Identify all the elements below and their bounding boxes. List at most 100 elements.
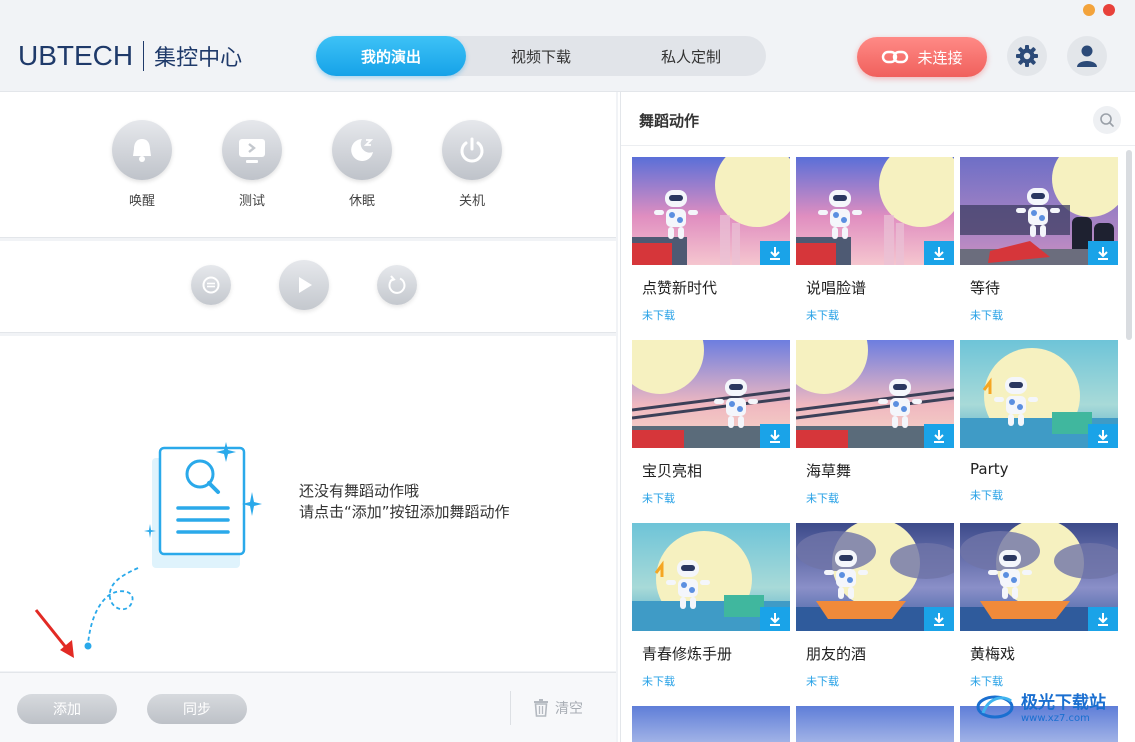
settings-button[interactable] (1007, 36, 1047, 76)
dance-card-partial[interactable] (632, 706, 790, 742)
dance-thumbnail[interactable] (796, 706, 954, 742)
download-button[interactable] (924, 241, 954, 265)
app-logo: UBTECH 集控中心 (18, 40, 242, 72)
dance-card[interactable]: 海草舞 未下载 (796, 340, 954, 515)
download-icon (1098, 613, 1108, 626)
tab-my-shows[interactable]: 我的演出 (316, 36, 466, 76)
minimize-button[interactable] (1083, 4, 1095, 16)
close-button[interactable] (1103, 4, 1115, 16)
brand-logo: UBTECH (18, 40, 134, 71)
play-button[interactable] (279, 260, 329, 310)
loop-icon (202, 276, 220, 294)
download-button[interactable] (924, 607, 954, 631)
dance-title: 黄梅戏 (970, 645, 1016, 663)
download-status: 未下载 (806, 492, 839, 505)
download-icon (770, 613, 780, 626)
logo-divider (143, 41, 145, 71)
loop-button[interactable] (191, 265, 231, 305)
download-button[interactable] (1088, 424, 1118, 448)
dance-thumbnail[interactable] (960, 340, 1118, 448)
download-status: 未下载 (642, 675, 675, 688)
dance-card[interactable]: 点赞新时代 未下载 (632, 157, 790, 332)
download-button[interactable] (760, 241, 790, 265)
dance-title: 点赞新时代 (642, 279, 718, 297)
dance-title: 说唱脸谱 (806, 279, 867, 297)
download-status: 未下载 (970, 675, 1003, 688)
add-button[interactable]: 添加 (17, 694, 117, 724)
footer-divider (510, 691, 511, 725)
connect-button[interactable]: 未连接 (857, 37, 987, 77)
user-account-button[interactable] (1067, 36, 1107, 76)
reset-icon (388, 275, 406, 294)
download-status: 未下载 (806, 309, 839, 322)
playback-panel (0, 241, 616, 333)
download-button[interactable] (760, 424, 790, 448)
download-icon (934, 247, 944, 260)
watermark-name: 极光下载站 (1021, 693, 1106, 713)
download-button[interactable] (1088, 607, 1118, 631)
watermark: 极光下载站 www.xz7.com (975, 688, 1106, 724)
sleep-control[interactable]: 休眠 (327, 120, 397, 209)
library-header: 舞蹈动作 (621, 92, 1135, 146)
dance-card[interactable]: Party 未下载 (960, 340, 1118, 515)
shutdown-control[interactable]: 关机 (437, 120, 507, 209)
dance-title: Party (970, 460, 1009, 478)
library-scrollbar[interactable] (1126, 150, 1132, 340)
dashed-arrow-decoration (84, 567, 139, 650)
search-icon (1100, 113, 1114, 127)
download-icon (1098, 430, 1108, 443)
download-button[interactable] (1088, 241, 1118, 265)
download-button[interactable] (924, 424, 954, 448)
dance-thumbnail[interactable] (632, 340, 790, 448)
connect-status-label: 未连接 (917, 48, 963, 67)
watermark-logo-icon (976, 695, 1014, 719)
tab-custom[interactable]: 私人定制 (616, 36, 766, 76)
download-status: 未下载 (642, 492, 675, 505)
dance-card[interactable]: 宝贝亮相 未下载 (632, 340, 790, 515)
wake-control[interactable]: 唤醒 (107, 120, 177, 209)
dance-title: 等待 (970, 279, 1001, 297)
download-status: 未下载 (642, 309, 675, 322)
dance-library-pane: 舞蹈动作 点赞新时代 未下载 说唱脸谱 未下载 等待 未下载 宝贝亮相 未下载 … (620, 92, 1135, 742)
dance-thumbnail[interactable] (796, 523, 954, 631)
app-header: UBTECH 集控中心 我的演出 视频下载 私人定制 未连接 (0, 0, 1135, 92)
download-button[interactable] (760, 607, 790, 631)
dance-thumbnail[interactable] (960, 523, 1118, 631)
search-button[interactable] (1093, 106, 1121, 134)
dance-thumbnail[interactable] (796, 157, 954, 265)
dance-thumbnail[interactable] (632, 157, 790, 265)
bell-icon (133, 139, 151, 162)
dance-title: 宝贝亮相 (642, 462, 703, 480)
reset-button[interactable] (377, 265, 417, 305)
download-icon (934, 613, 944, 626)
dance-thumbnail[interactable] (960, 157, 1118, 265)
dance-card-partial[interactable] (796, 706, 954, 742)
dance-card[interactable]: 朋友的酒 未下载 (796, 523, 954, 698)
window-controls (1083, 4, 1115, 16)
library-title: 舞蹈动作 (639, 112, 700, 130)
empty-state-line-2: 请点击“添加”按钮添加舞蹈动作 (299, 503, 510, 521)
dance-thumbnail[interactable] (632, 523, 790, 631)
watermark-url: www.xz7.com (1021, 713, 1090, 724)
empty-state-line-1: 还没有舞蹈动作哦 (299, 482, 420, 500)
dance-thumbnail[interactable] (796, 340, 954, 448)
dance-card[interactable]: 黄梅戏 未下载 (960, 523, 1118, 698)
clear-button[interactable]: 清空 (533, 698, 583, 718)
sync-button[interactable]: 同步 (147, 694, 247, 724)
play-icon (299, 277, 312, 293)
dance-card[interactable]: 青春修炼手册 未下载 (632, 523, 790, 698)
download-status: 未下载 (970, 489, 1003, 502)
test-label: 测试 (238, 194, 265, 209)
empty-state-message: 还没有舞蹈动作哦 请点击“添加”按钮添加舞蹈动作 (299, 481, 510, 523)
tab-video-download[interactable]: 视频下载 (466, 36, 616, 76)
shutdown-label: 关机 (458, 194, 485, 209)
user-icon (1077, 45, 1097, 67)
dance-card[interactable]: 说唱脸谱 未下载 (796, 157, 954, 332)
download-status: 未下载 (806, 675, 839, 688)
test-control[interactable]: 测试 (217, 120, 287, 209)
dance-thumbnail[interactable] (632, 706, 790, 742)
action-footer: 添加 同步 清空 (0, 672, 616, 742)
power-icon (460, 137, 484, 163)
dance-card[interactable]: 等待 未下载 (960, 157, 1118, 332)
moon-icon (351, 139, 374, 161)
